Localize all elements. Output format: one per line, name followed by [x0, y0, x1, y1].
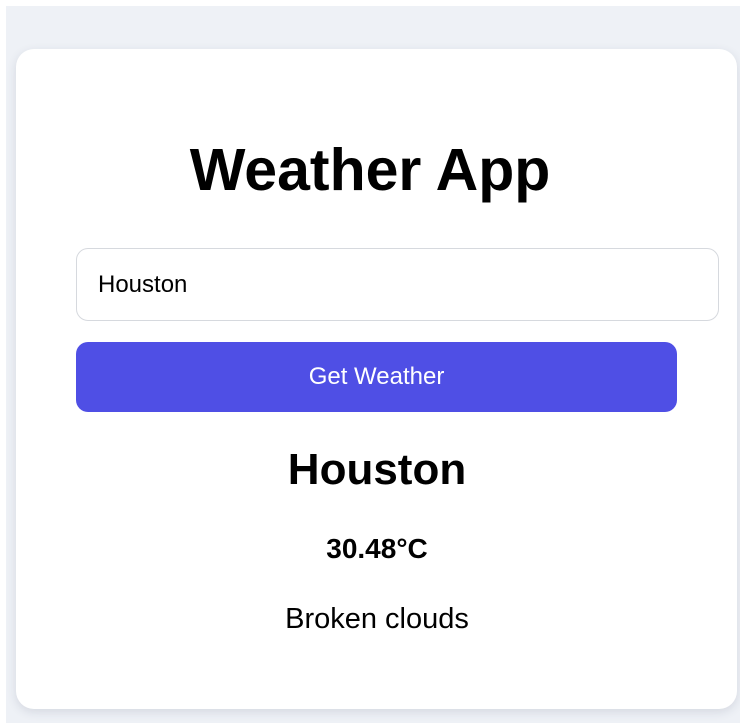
temperature-value: 30.48°C: [326, 533, 428, 564]
get-weather-button[interactable]: Get Weather: [76, 342, 677, 412]
app-title: Weather App: [189, 137, 551, 203]
result-city: Houston: [287, 445, 467, 494]
city-input[interactable]: [76, 248, 719, 321]
weather-description: Broken clouds: [285, 603, 469, 635]
